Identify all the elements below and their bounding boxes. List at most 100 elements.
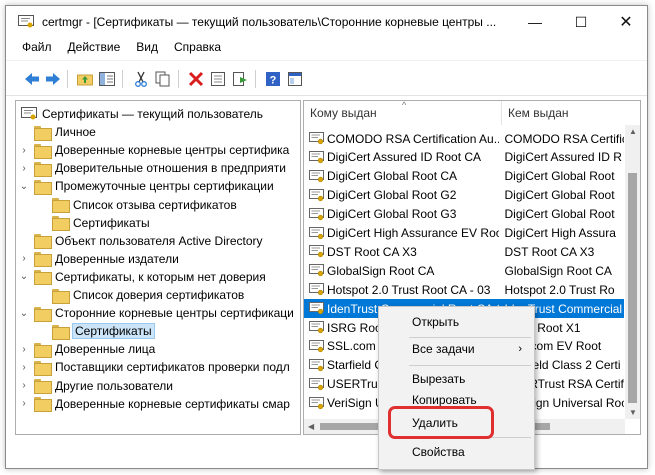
tree-item[interactable]: › Поставщики сертификатов проверки подл <box>18 358 290 376</box>
window-title: certmgr - [Сертификаты — текущий пользов… <box>42 15 497 29</box>
certificate-row[interactable]: DigiCert Global Root CA DigiCert Global R… <box>304 167 624 186</box>
tree-item[interactable]: Объект пользователя Active Directory <box>18 232 263 250</box>
tree-item[interactable]: › Доверенные лица <box>18 340 155 358</box>
issued-to-cell: DST Root CA X3 <box>327 244 417 259</box>
certificate-row[interactable]: COMODO RSA Certification Au... COMODO RSA… <box>304 129 624 148</box>
tree-item-label: Объект пользователя Active Directory <box>55 233 263 248</box>
menu-bar: Файл Действие Вид Справка <box>6 38 647 58</box>
tree-item[interactable]: Личное <box>18 123 96 141</box>
tree-item-label: Сертификаты <box>73 215 150 230</box>
ctx-open[interactable]: Открыть <box>379 311 534 333</box>
cut-icon[interactable] <box>132 70 150 88</box>
ctx-all-tasks[interactable]: Все задачи › <box>379 338 534 360</box>
column-issued-to[interactable]: Кому выдан ^ <box>304 101 502 125</box>
menu-action[interactable]: Действие <box>60 38 129 58</box>
back-icon[interactable] <box>23 70 41 88</box>
tree-item-label: Доверенные лица <box>55 342 156 357</box>
collapse-chevron-icon[interactable]: ⌄ <box>18 181 30 192</box>
folder-icon <box>34 270 52 286</box>
folder-icon <box>34 143 52 159</box>
ctx-properties[interactable]: Свойства <box>379 441 534 463</box>
tree-item-label: Сертификаты — текущий пользователь <box>42 107 264 121</box>
export-icon[interactable] <box>231 70 249 88</box>
certificate-tree[interactable]: Сертификаты — текущий пользователь Личное… <box>15 100 301 435</box>
delete-icon[interactable] <box>187 70 205 88</box>
scroll-down-icon[interactable]: ▼ <box>629 408 637 417</box>
tree-item[interactable]: Сертификаты <box>36 322 155 340</box>
tree-item[interactable]: Сертификаты <box>36 214 150 232</box>
menu-file[interactable]: Файл <box>14 38 60 58</box>
expand-chevron-icon[interactable]: › <box>18 398 30 409</box>
tree-item[interactable]: › Доверенные издатели <box>18 250 179 268</box>
properties-icon[interactable] <box>209 70 227 88</box>
certificate-row[interactable]: DigiCert Global Root G2 DigiCert Global R… <box>304 186 624 205</box>
certificate-icon <box>309 132 324 145</box>
close-icon: ✕ <box>619 14 633 31</box>
tree-item[interactable]: Список доверия сертификатов <box>36 286 244 304</box>
tree-item[interactable]: › Доверенные корневые центры сертифика <box>18 141 289 159</box>
tree-item[interactable]: › Доверительные отношения в предприяти <box>18 159 286 177</box>
certificate-row[interactable]: GlobalSign Root CA GlobalSign Root CA <box>304 261 624 280</box>
expand-chevron-icon[interactable]: › <box>18 145 30 156</box>
menu-view[interactable]: Вид <box>128 38 166 58</box>
scroll-up-icon[interactable]: ▲ <box>629 127 637 136</box>
issued-to-cell: COMODO RSA Certification Au... <box>327 131 499 146</box>
forward-icon[interactable] <box>44 70 62 88</box>
tree-item-label: Доверительные отношения в предприяти <box>55 161 286 176</box>
certificate-icon <box>309 321 324 334</box>
tree-item[interactable]: Список отзыва сертификатов <box>36 196 237 214</box>
vertical-scrollbar[interactable]: ▲ ▼ <box>625 125 640 419</box>
issued-by-cell: DigiCert High Assura <box>504 226 616 240</box>
toolbar: ? <box>6 60 647 96</box>
certificate-row[interactable]: DigiCert Global Root G3 DigiCert Global R… <box>304 205 624 224</box>
up-folder-icon[interactable] <box>76 70 94 88</box>
folder-icon <box>52 324 70 340</box>
copy-icon[interactable] <box>154 70 172 88</box>
expand-chevron-icon[interactable]: › <box>18 362 30 373</box>
show-hide-tree-icon[interactable] <box>98 70 116 88</box>
certificate-icon <box>309 207 324 220</box>
maximize-button[interactable]: ☐ <box>558 6 604 38</box>
certificate-row[interactable]: DigiCert Assured ID Root CA DigiCert Assu… <box>304 148 624 167</box>
tree-item-label: Сертификаты <box>72 323 155 340</box>
maximize-icon: ☐ <box>574 13 588 30</box>
menu-help[interactable]: Справка <box>166 38 229 58</box>
tree-item-label: Сторонние корневые центры сертификаци <box>55 306 294 321</box>
certificate-row[interactable]: Hotspot 2.0 Trust Root CA - 03 Hotspot 2.… <box>304 280 624 299</box>
tree-item[interactable]: ⌄ Промежуточные центры сертификации <box>18 177 274 195</box>
tree-item[interactable]: › Доверенные корневые сертификаты смар <box>18 395 290 413</box>
help-icon[interactable]: ? <box>264 70 282 88</box>
expand-chevron-icon[interactable]: › <box>18 380 30 391</box>
issued-by-cell: DigiCert Global Root <box>504 169 615 184</box>
expand-chevron-icon[interactable]: › <box>18 253 30 264</box>
certificate-icon <box>309 283 324 296</box>
context-menu: Открыть Все задачи › Вырезать Копировать… <box>378 306 535 470</box>
folder-icon <box>34 179 52 195</box>
certificate-row[interactable]: DST Root CA X3 DST Root CA X3 <box>304 242 624 261</box>
certificate-row[interactable]: DigiCert High Assurance EV Root ... DigiC… <box>304 224 624 243</box>
tree-item[interactable]: Сертификаты — текущий пользователь <box>18 105 263 123</box>
vertical-scroll-thumb[interactable] <box>628 173 637 403</box>
tree-item[interactable]: › Другие пользователи <box>18 377 173 395</box>
folder-icon <box>52 198 70 213</box>
certificate-store-icon <box>21 107 37 120</box>
minimize-button[interactable]: — <box>512 6 558 38</box>
certificate-icon <box>309 169 324 182</box>
certificate-icon <box>309 150 324 164</box>
issued-by-cell: DigiCert Global Root <box>504 188 615 203</box>
tree-item[interactable]: ⌄ Сторонние корневые центры сертификаци <box>18 304 294 322</box>
column-issued-by[interactable]: Кем выдан <box>502 101 640 125</box>
scroll-left-icon[interactable]: ◀ <box>308 422 314 431</box>
folder-icon <box>34 379 52 394</box>
expand-chevron-icon[interactable]: › <box>18 163 30 174</box>
expand-chevron-icon[interactable]: › <box>18 344 30 355</box>
tree-item[interactable]: ⌄ Сертификаты, к которым нет доверия <box>18 268 266 286</box>
ctx-cut[interactable]: Вырезать <box>379 368 534 390</box>
collapse-chevron-icon[interactable]: ⌄ <box>18 308 30 319</box>
close-button[interactable]: ✕ <box>603 6 647 38</box>
tree-item-label: Список отзыва сертификатов <box>73 197 237 212</box>
certificate-icon <box>309 264 324 277</box>
folder-icon <box>34 161 52 177</box>
console-icon[interactable] <box>286 70 304 88</box>
collapse-chevron-icon[interactable]: ⌄ <box>18 271 30 282</box>
